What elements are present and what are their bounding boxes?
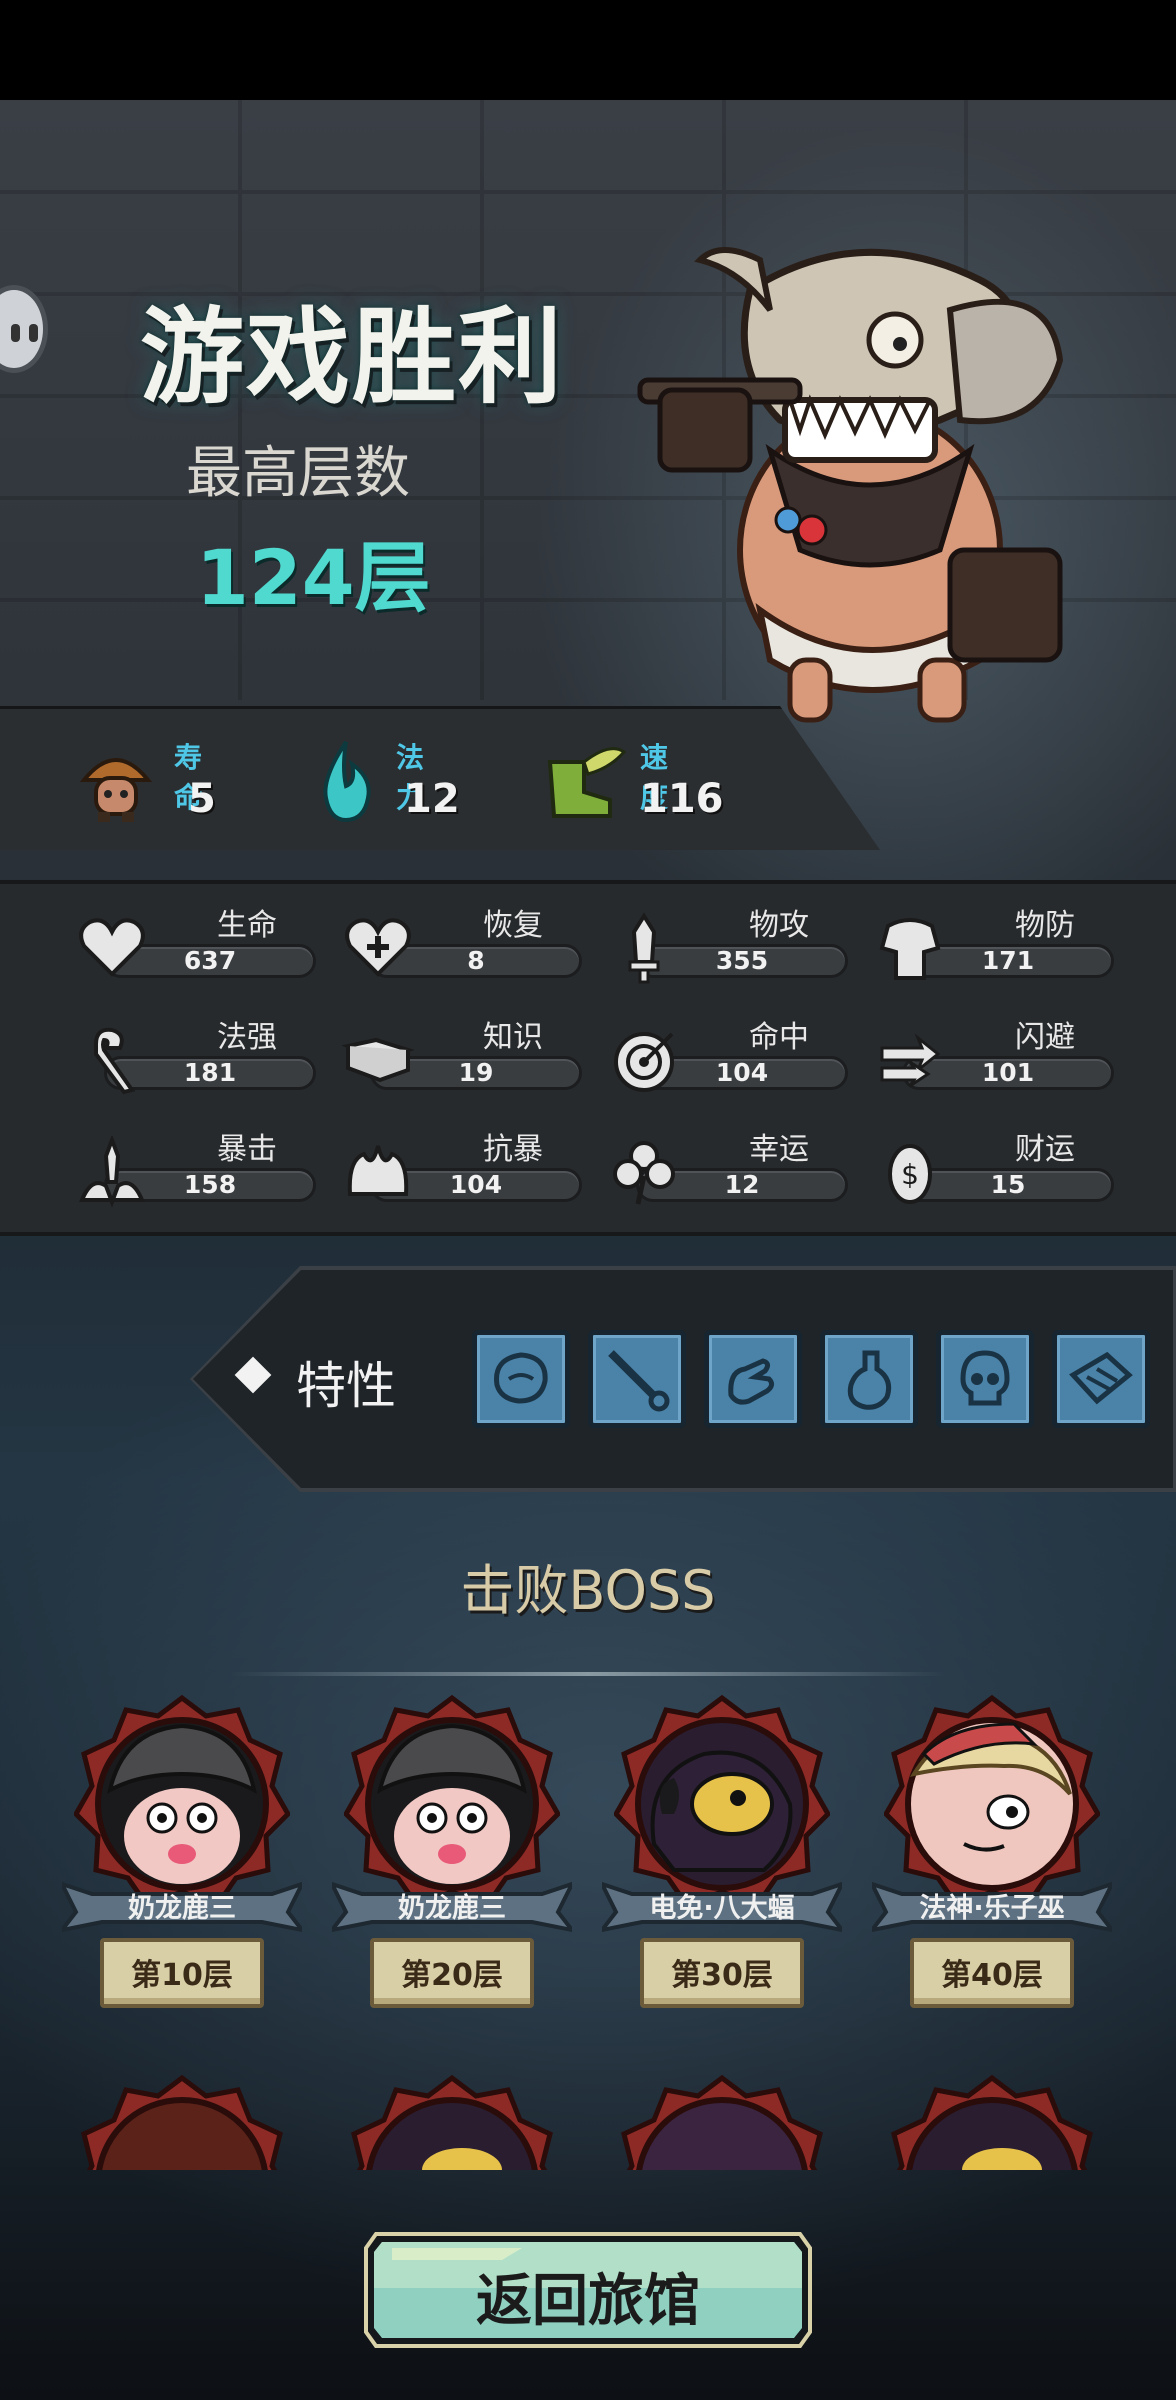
boss-name: 奶龙鹿三: [398, 1893, 506, 1924]
traits-label: 特性: [296, 1357, 396, 1415]
stat-name: 暴击: [217, 1132, 277, 1167]
stat-value: 158: [183, 1170, 237, 1199]
trait-slot-potion[interactable]: [820, 1330, 918, 1428]
boss-floor: 第30层: [671, 1958, 773, 1993]
stat-name: 物防: [1015, 908, 1075, 943]
stat-value: 171: [981, 946, 1035, 975]
boss-card-partial[interactable]: [884, 2074, 1100, 2170]
boss-name: 奶龙鹿三: [128, 1893, 236, 1924]
stat-wealth: $ 财运 15: [874, 1122, 1124, 1214]
best-floor-value: 124层: [196, 533, 431, 622]
stat-hp: 生命 637: [76, 898, 326, 990]
stat-value: 181: [183, 1058, 237, 1087]
trait-slot-scroll[interactable]: [1052, 1330, 1150, 1428]
stat-value: 19: [458, 1058, 494, 1087]
stat-pdef: 物防 171: [874, 898, 1124, 990]
boss-card[interactable]: 电免·八大蝠 第30层: [602, 1694, 842, 2034]
blue-flame-icon: [323, 740, 371, 823]
boss-floor: 第40层: [941, 1958, 1043, 1993]
return-to-inn-label: 返回旅馆: [476, 2269, 700, 2334]
boss-portrait-frame: [351, 2074, 553, 2170]
boss-card-partial[interactable]: [74, 2074, 290, 2170]
stat-crit-res: 抗暴 104: [342, 1122, 592, 1214]
boss-card[interactable]: 奶龙鹿三 第10层: [62, 1694, 302, 2034]
trait-slot-skull[interactable]: [936, 1330, 1034, 1428]
stat-patk: 物攻 355: [608, 898, 858, 990]
stat-hit: 命中 104: [608, 1010, 858, 1102]
stat-regen: 恢复 8: [342, 898, 592, 990]
boss-name: 电免·八大蝠: [649, 1893, 795, 1924]
face-scribble-icon: [494, 1352, 548, 1404]
sword-slash-icon: [608, 1350, 670, 1412]
stat-name: 命中: [749, 1020, 809, 1055]
stat-luck: 幸运 12: [608, 1122, 858, 1214]
stat-name: 恢复: [483, 908, 543, 943]
lifespan-value: 5: [188, 776, 216, 822]
stat-name: 物攻: [749, 908, 809, 943]
stat-name: 抗暴: [483, 1132, 543, 1167]
speed-value: 116: [640, 776, 724, 822]
top-status-bar: [0, 0, 1176, 100]
stat-name: 知识: [483, 1020, 543, 1055]
stat-value: 101: [981, 1058, 1035, 1087]
stat-value: 15: [990, 1170, 1026, 1199]
stat-dodge: 闪避 101: [874, 1010, 1124, 1102]
stat-name: 法强: [217, 1020, 277, 1055]
trait-slot-sword[interactable]: [588, 1330, 686, 1428]
boss-card-partial[interactable]: [614, 2074, 830, 2170]
stat-crit: 暴击 158: [76, 1122, 326, 1214]
mushroom-creature-icon: [79, 758, 153, 822]
stat-value: 355: [715, 946, 769, 975]
eye-dot: [11, 324, 20, 342]
boss-floor: 第10层: [131, 1958, 233, 1993]
mana-value: 12: [404, 776, 460, 822]
scroll-icon: [1069, 1351, 1133, 1405]
trait-slot-face[interactable]: [472, 1330, 570, 1428]
stat-value: 104: [715, 1058, 769, 1087]
return-to-inn-button[interactable]: 返回旅馆: [362, 2226, 814, 2354]
boss-name: 法神·乐子巫: [919, 1893, 1065, 1924]
stat-value: 104: [449, 1170, 503, 1199]
hand-icon: [728, 1358, 775, 1405]
stat-name: 生命: [217, 908, 277, 943]
stat-value: 637: [183, 946, 237, 975]
potion-icon: [847, 1350, 892, 1410]
defeated-boss-title: 击败BOSS: [460, 1559, 716, 1622]
boss-floor: 第20层: [401, 1958, 503, 1993]
skull-icon: [960, 1350, 1010, 1406]
stat-name: 幸运: [749, 1132, 809, 1167]
stat-knowledge: 知识 19: [342, 1010, 592, 1102]
best-floor-label: 最高层数: [186, 441, 410, 506]
eye-dot: [29, 324, 38, 342]
boss-divider: [230, 1672, 946, 1676]
hero-character-illustration: [637, 247, 1064, 723]
boss-portrait-frame: [81, 2074, 283, 2170]
winged-boot-icon: [547, 747, 626, 818]
stat-mag: 法强 181: [76, 1010, 326, 1102]
stat-name: 闪避: [1015, 1020, 1075, 1055]
stat-name: 财运: [1015, 1132, 1075, 1167]
boss-card-partial[interactable]: [344, 2074, 560, 2170]
boss-portrait-frame: [891, 2074, 1093, 2170]
trait-slot-hand[interactable]: [704, 1330, 802, 1428]
boss-card[interactable]: 法神·乐子巫 第40层: [872, 1694, 1112, 2034]
victory-title: 游戏胜利: [140, 296, 565, 418]
stat-value: 12: [724, 1170, 760, 1199]
boss-portrait-frame: [621, 2074, 823, 2170]
boss-card[interactable]: 奶龙鹿三 第20层: [332, 1694, 572, 2034]
stat-value: 8: [467, 946, 485, 975]
